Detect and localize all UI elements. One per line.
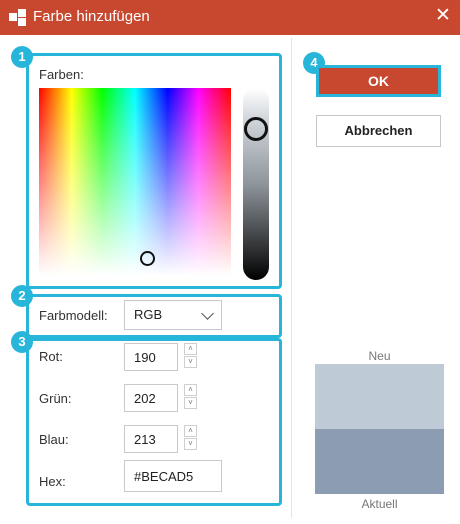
blue-spin-up[interactable]: ˄ (184, 425, 197, 437)
red-label: Rot: (39, 349, 63, 364)
green-label: Grün: (39, 391, 72, 406)
color-palette-icon (9, 9, 26, 26)
chevron-down-icon (201, 307, 214, 320)
title-bar: Farbe hinzufügen ✕ (0, 0, 460, 35)
blue-input[interactable]: 213 (124, 425, 178, 453)
color-picker-handle[interactable] (140, 251, 155, 266)
color-model-select[interactable]: RGB (124, 300, 222, 330)
current-color-label: Aktuell (361, 497, 398, 511)
blue-label: Blau: (39, 432, 69, 447)
ok-button[interactable]: OK (316, 65, 441, 97)
colors-label: Farben: (39, 67, 84, 82)
cancel-button[interactable]: Abbrechen (316, 115, 441, 147)
new-color-label: Neu (368, 349, 391, 363)
blue-spin-down[interactable]: ˅ (184, 438, 197, 450)
green-spin-down[interactable]: ˅ (184, 397, 197, 409)
badge-1: 1 (11, 46, 33, 68)
color-model-value: RGB (134, 307, 163, 322)
blue-value: 213 (134, 432, 156, 447)
green-value: 202 (134, 391, 156, 406)
badge-2: 2 (11, 285, 33, 307)
current-color-swatch (315, 429, 444, 494)
close-icon[interactable]: ✕ (432, 5, 454, 27)
red-spin-down[interactable]: ˅ (184, 356, 197, 368)
luminance-slider-thumb[interactable] (244, 117, 268, 141)
hex-input[interactable]: #BECAD5 (124, 460, 222, 492)
vertical-divider (291, 38, 292, 518)
hex-label: Hex: (39, 474, 66, 489)
new-color-swatch (315, 364, 444, 429)
green-input[interactable]: 202 (124, 384, 178, 412)
window-title: Farbe hinzufügen (33, 8, 150, 25)
badge-3: 3 (11, 331, 33, 353)
red-spin-up[interactable]: ˄ (184, 343, 197, 355)
color-model-label: Farbmodell: (39, 308, 108, 323)
red-value: 190 (134, 350, 156, 365)
hex-value: #BECAD5 (134, 469, 194, 484)
green-spin-up[interactable]: ˄ (184, 384, 197, 396)
color-spectrum[interactable] (39, 88, 231, 276)
red-input[interactable]: 190 (124, 343, 178, 371)
